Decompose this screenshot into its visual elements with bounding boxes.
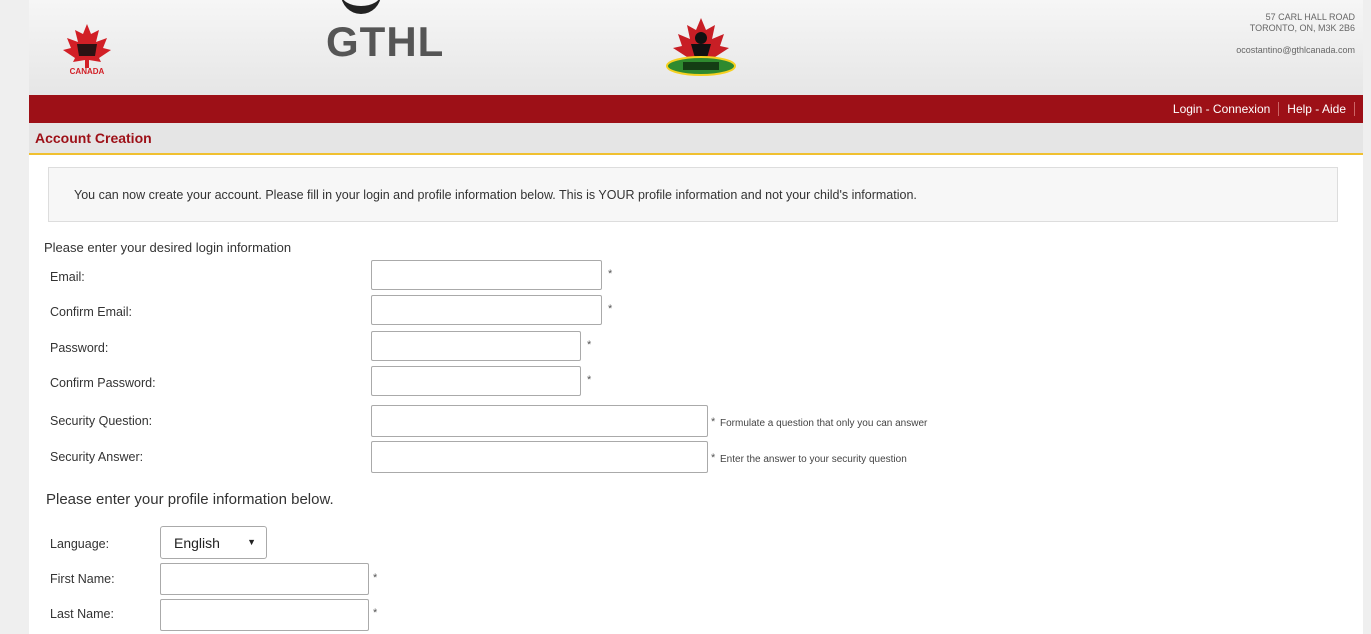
nav-links: Login - Connexion Help - Aide: [1165, 95, 1355, 123]
email-label: Email:: [50, 270, 85, 284]
page-title: Account Creation: [35, 130, 152, 146]
site-header: CANADA GTHL 57 CARL HALL ROAD TORONTO, O…: [29, 0, 1363, 95]
security-answer-required-mark: *: [711, 452, 716, 464]
header-swoosh-graphic: [341, 0, 381, 14]
password-label: Password:: [50, 341, 109, 355]
security-answer-input[interactable]: [371, 441, 708, 473]
login-section-title: Please enter your desired login informat…: [44, 240, 292, 255]
page-right-margin: [1363, 0, 1371, 634]
language-select-value: English: [174, 535, 220, 551]
page-frame: CANADA GTHL 57 CARL HALL ROAD TORONTO, O…: [29, 0, 1363, 634]
canada-logo-text: CANADA: [70, 67, 105, 76]
chevron-down-icon: ▼: [247, 537, 256, 547]
hockey-canada-logo[interactable]: CANADA: [47, 22, 127, 76]
last-name-label: Last Name:: [50, 607, 114, 621]
address-line-2: TORONTO, ON, M3K 2B6: [1249, 23, 1355, 33]
page-left-margin: [0, 0, 29, 634]
nav-login-link[interactable]: Login - Connexion: [1165, 102, 1280, 116]
address-line-1: 57 CARL HALL ROAD: [1265, 12, 1355, 22]
contact-email[interactable]: ocostantino@gthlcanada.com: [1236, 45, 1355, 56]
confirm-email-input[interactable]: [371, 295, 602, 325]
last-name-required-mark: *: [373, 607, 378, 619]
ohf-logo[interactable]: [661, 16, 741, 80]
security-question-label: Security Question:: [50, 414, 153, 428]
nav-help-link[interactable]: Help - Aide: [1279, 102, 1355, 116]
first-name-input[interactable]: [160, 563, 369, 595]
confirm-email-label: Confirm Email:: [50, 305, 132, 319]
security-answer-hint: Enter the answer to your security questi…: [720, 454, 907, 465]
security-question-input[interactable]: [371, 405, 708, 437]
contact-address: 57 CARL HALL ROAD TORONTO, ON, M3K 2B6 o…: [1236, 12, 1355, 56]
last-name-input[interactable]: [160, 599, 369, 631]
confirm-password-label: Confirm Password:: [50, 376, 156, 390]
security-question-required-mark: *: [711, 416, 716, 428]
first-name-label: First Name:: [50, 572, 115, 586]
main-navbar: Login - Connexion Help - Aide: [29, 95, 1363, 123]
password-input[interactable]: [371, 331, 581, 361]
language-select[interactable]: English ▼: [160, 526, 267, 559]
email-required-mark: *: [608, 268, 613, 280]
security-answer-label: Security Answer:: [50, 450, 144, 464]
language-label: Language:: [50, 537, 110, 551]
password-required-mark: *: [587, 339, 592, 351]
brand-title: GTHL: [326, 18, 445, 65]
page-title-bar: Account Creation: [29, 123, 1363, 155]
confirm-password-required-mark: *: [587, 374, 592, 386]
email-input[interactable]: [371, 260, 602, 290]
notice-text: You can now create your account. Please …: [74, 188, 917, 202]
security-question-hint: Formulate a question that only you can a…: [720, 418, 928, 429]
profile-section-title: Please enter your profile information be…: [46, 491, 334, 508]
confirm-password-input[interactable]: [371, 366, 581, 396]
first-name-required-mark: *: [373, 572, 378, 584]
info-notice: You can now create your account. Please …: [48, 167, 1338, 222]
confirm-email-required-mark: *: [608, 303, 613, 315]
